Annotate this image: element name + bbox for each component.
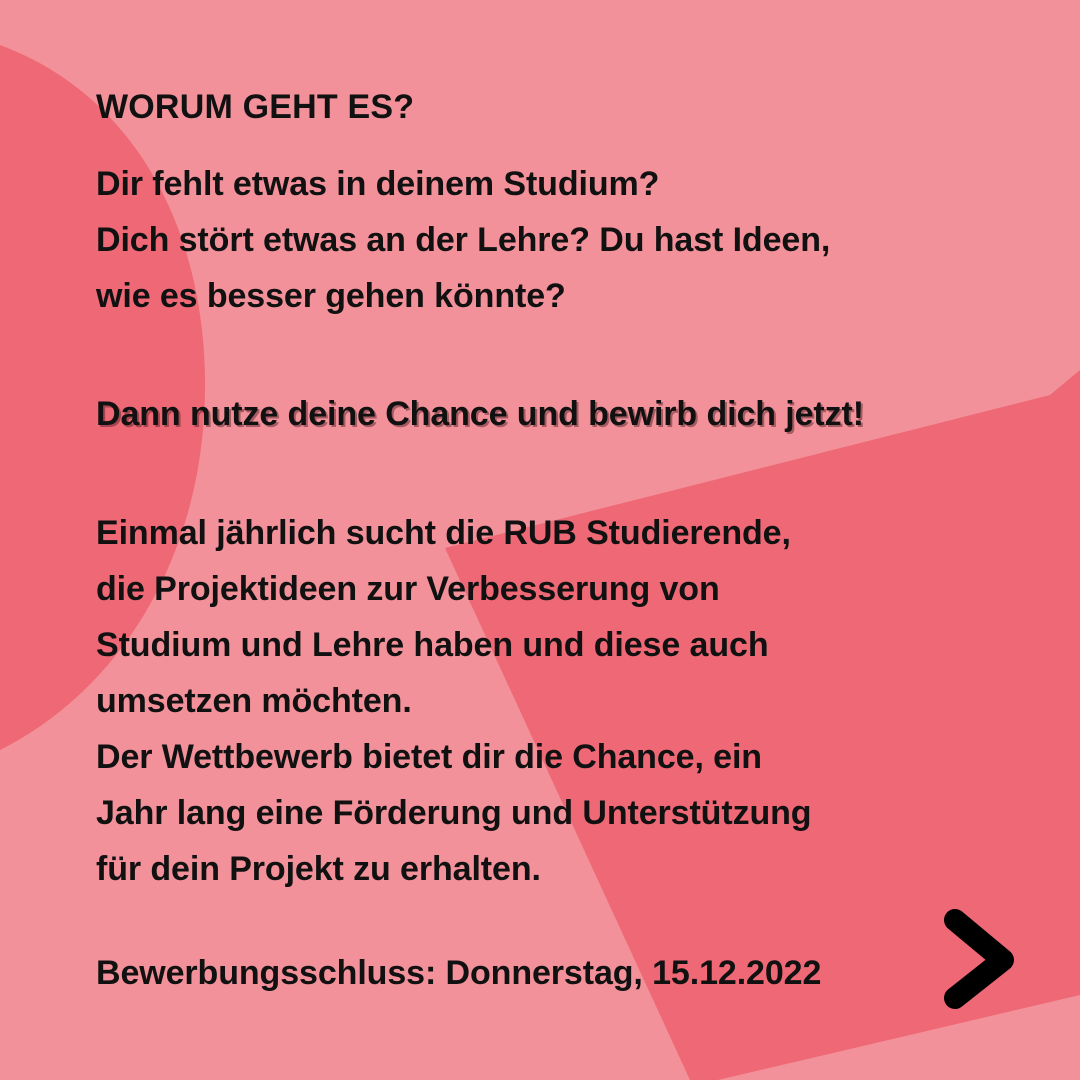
description-line: umsetzen möchten.	[96, 682, 412, 720]
call-to-action: Dann nutze deine Chance und bewirb dich …	[96, 395, 865, 433]
chevron-right-icon[interactable]	[935, 900, 1025, 1018]
description-line: für dein Projekt zu erhalten.	[96, 850, 541, 888]
description-line: Der Wettbewerb bietet dir die Chance, ei…	[96, 738, 762, 776]
intro-line: Dich stört etwas an der Lehre? Du hast I…	[96, 221, 831, 259]
description-paragraph: Einmal jährlich sucht die RUB Studierend…	[96, 505, 812, 897]
intro-line: Dir fehlt etwas in deinem Studium?	[96, 165, 660, 203]
intro-line: wie es besser gehen könnte?	[96, 277, 566, 315]
application-deadline: Bewerbungsschluss: Donnerstag, 15.12.202…	[96, 954, 822, 992]
description-line: Studium und Lehre haben und diese auch	[96, 626, 769, 664]
description-line: Einmal jährlich sucht die RUB Studierend…	[96, 514, 791, 552]
instagram-slide: WORUM GEHT ES? Dir fehlt etwas in deinem…	[0, 0, 1080, 1080]
description-line: die Projektideen zur Verbesserung von	[96, 570, 720, 608]
intro-paragraph: Dir fehlt etwas in deinem Studium? Dich …	[96, 156, 830, 324]
slide-heading: WORUM GEHT ES?	[96, 88, 415, 126]
description-line: Jahr lang eine Förderung und Unterstützu…	[96, 794, 812, 832]
